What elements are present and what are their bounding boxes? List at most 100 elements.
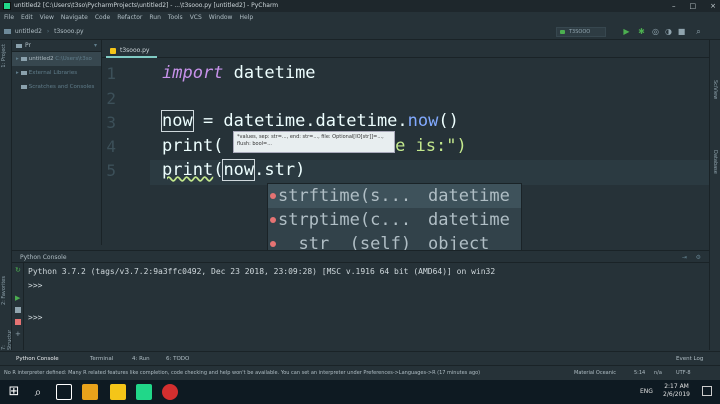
execute-icon[interactable]: ▶ bbox=[15, 295, 21, 302]
menu-code[interactable]: Code bbox=[95, 12, 110, 24]
code-line-1: import datetime bbox=[162, 63, 316, 83]
code-text: print bbox=[162, 160, 214, 180]
status-message[interactable]: No R interpreter defined: Many R related… bbox=[4, 366, 544, 380]
menu-refactor[interactable]: Refactor bbox=[117, 12, 142, 24]
status-bar: No R interpreter defined: Many R related… bbox=[0, 365, 720, 379]
run-icon[interactable]: ▶ bbox=[622, 27, 631, 36]
stop-icon[interactable]: ■ bbox=[677, 27, 686, 36]
tab-todo[interactable]: 6: TODO bbox=[166, 352, 189, 366]
profile-icon[interactable]: ◑ bbox=[664, 27, 673, 36]
menu-tools[interactable]: Tools bbox=[168, 12, 183, 24]
scratches-icon bbox=[20, 84, 27, 89]
line-number: 4 bbox=[106, 137, 116, 156]
tab-database[interactable]: Database bbox=[712, 150, 718, 174]
title-bar: untitled2 [C:\Users\t3so\PycharmProjects… bbox=[0, 0, 720, 12]
windows-taskbar: ⊞ ⌕ ENG 2:17 AM 2/6/2019 bbox=[0, 380, 720, 404]
tab-event-log[interactable]: Event Log bbox=[676, 352, 703, 366]
coverage-icon[interactable]: ◎ bbox=[651, 27, 660, 36]
expand-arrow-icon[interactable]: ▸ bbox=[16, 56, 19, 62]
bottom-tool-tabs: Python Console Terminal 4: Run 6: TODO E… bbox=[0, 351, 720, 365]
chevron-down-icon[interactable]: ▾ bbox=[94, 42, 97, 49]
navigation-bar: untitled2 › t3sooo.py T3SOOO ▶ ✱ ◎ ◑ ■ ⌕ bbox=[0, 24, 720, 40]
clock-time: 2:17 AM bbox=[664, 383, 689, 390]
line-number: 3 bbox=[106, 113, 116, 132]
completion-item[interactable]: strftime(s... datetime bbox=[268, 184, 521, 208]
menu-file[interactable]: File bbox=[4, 12, 14, 24]
theme-indicator[interactable]: Material Oceanic bbox=[574, 366, 616, 380]
search-icon[interactable]: ⌕ bbox=[30, 384, 46, 400]
stop-icon[interactable] bbox=[15, 307, 21, 313]
completion-type: datetime bbox=[428, 210, 510, 230]
completion-popup: strftime(s... datetime strptime(c... dat… bbox=[267, 183, 522, 258]
tree-item-label: untitled2 bbox=[28, 56, 54, 62]
file-encoding[interactable]: UTF-8 bbox=[676, 366, 691, 380]
line-separator[interactable]: n/a bbox=[654, 366, 662, 380]
search-icon[interactable]: ⌕ bbox=[694, 27, 703, 36]
debug-icon[interactable]: ✱ bbox=[637, 27, 646, 36]
method-icon bbox=[270, 217, 276, 223]
tree-item-scratches[interactable]: ▸Scratches and Consoles bbox=[12, 80, 101, 94]
caret-position[interactable]: 5:14 bbox=[634, 366, 645, 380]
close-console-icon[interactable] bbox=[15, 319, 21, 325]
sublime-icon[interactable] bbox=[110, 384, 126, 400]
task-view-icon[interactable] bbox=[56, 384, 72, 400]
minimize-button[interactable]: – bbox=[672, 0, 676, 12]
menu-view[interactable]: View bbox=[40, 12, 54, 24]
tab-project[interactable]: 1: Project bbox=[1, 44, 7, 68]
file-explorer-icon[interactable] bbox=[82, 384, 98, 400]
code-text: print( bbox=[162, 136, 224, 156]
folder-icon bbox=[20, 56, 27, 61]
editor-tab-file[interactable]: t3sooo.py bbox=[106, 44, 158, 58]
left-tool-stripe: 1: Project 2: Favorites 7: Structure bbox=[0, 40, 13, 350]
line-number: 1 bbox=[106, 64, 116, 83]
menu-help[interactable]: Help bbox=[239, 12, 253, 24]
line-gutter: 1 2 3 4 5 bbox=[102, 58, 150, 245]
completion-name: strptime(c... bbox=[278, 210, 412, 230]
menu-window[interactable]: Window bbox=[209, 12, 233, 24]
code-line-5: print(now.str) bbox=[162, 159, 305, 181]
menu-navigate[interactable]: Navigate bbox=[61, 12, 88, 24]
maximize-button[interactable]: □ bbox=[690, 0, 697, 12]
opera-icon[interactable] bbox=[162, 384, 178, 400]
tree-item-label: Scratches and Consoles bbox=[28, 84, 95, 90]
console-output[interactable]: ↻ ▶ + Python 3.7.2 (tags/v3.7.2:9a3ffc04… bbox=[12, 263, 709, 350]
method-icon bbox=[270, 241, 276, 247]
menu-edit[interactable]: Edit bbox=[21, 12, 33, 24]
tab-sciview[interactable]: SciView bbox=[712, 80, 718, 99]
tab-terminal[interactable]: Terminal bbox=[90, 352, 113, 366]
windows-start-icon[interactable]: ⊞ bbox=[6, 384, 22, 400]
keyword: import bbox=[162, 63, 224, 83]
line-number: 5 bbox=[106, 161, 116, 180]
run-config-select[interactable]: T3SOOO bbox=[556, 27, 606, 37]
tab-favorites[interactable]: 2: Favorites bbox=[1, 276, 7, 305]
add-console-icon[interactable]: + bbox=[15, 331, 21, 338]
menu-vcs[interactable]: VCS bbox=[190, 12, 202, 24]
tab-run[interactable]: 4: Run bbox=[132, 352, 150, 366]
console-line: Python 3.7.2 (tags/v3.7.2:9a3ffc0492, De… bbox=[28, 267, 496, 276]
notification-icon[interactable] bbox=[702, 386, 712, 396]
menu-run[interactable]: Run bbox=[149, 12, 161, 24]
editor-tabs: t3sooo.py bbox=[102, 44, 709, 58]
completion-item[interactable]: strptime(c... datetime bbox=[268, 208, 521, 232]
system-clock[interactable]: 2:17 AM 2/6/2019 bbox=[663, 383, 690, 399]
function-call: now bbox=[407, 111, 439, 131]
project-panel-title[interactable]: Pr bbox=[25, 42, 31, 49]
console-title: Python Console bbox=[20, 254, 67, 261]
tree-item-external-libraries[interactable]: ▸ External Libraries bbox=[12, 66, 101, 80]
breadcrumb-separator-icon: › bbox=[46, 28, 50, 35]
rerun-icon[interactable]: ↻ bbox=[15, 267, 21, 274]
breadcrumb-project[interactable]: untitled2 bbox=[15, 28, 42, 35]
variable-highlight: now bbox=[222, 159, 256, 181]
breadcrumb-file[interactable]: t3sooo.py bbox=[54, 28, 83, 35]
pycharm-icon[interactable] bbox=[136, 384, 152, 400]
close-button[interactable]: × bbox=[710, 0, 716, 12]
code-text: .str bbox=[254, 160, 296, 180]
tab-python-console[interactable]: Python Console bbox=[16, 352, 59, 366]
console-toolbar: ↻ ▶ + bbox=[12, 263, 24, 350]
console-prompt: >>> bbox=[28, 281, 43, 290]
tree-item-project[interactable]: ▸ untitled2 C:\Users\t3so bbox=[12, 52, 101, 66]
tree-item-path: C:\Users\t3so bbox=[55, 56, 92, 62]
language-indicator[interactable]: ENG bbox=[640, 388, 653, 395]
pycharm-icon bbox=[3, 2, 11, 10]
expand-arrow-icon[interactable]: ▸ bbox=[16, 70, 19, 76]
